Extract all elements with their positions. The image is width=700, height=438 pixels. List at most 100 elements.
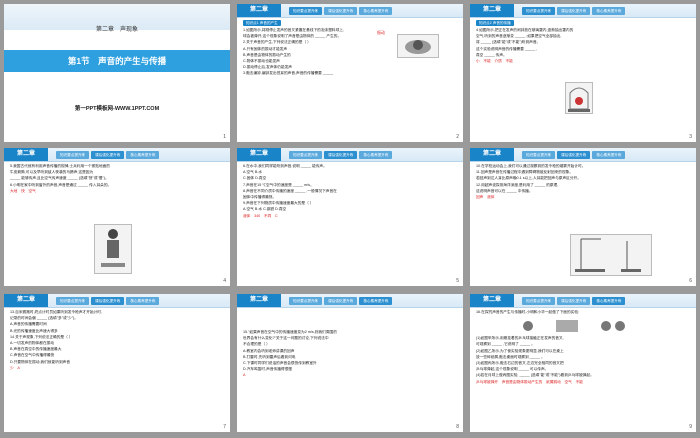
page-number: 8: [456, 424, 459, 430]
answer-text: 不能: [575, 379, 583, 384]
question-line: (1)如图甲所示,用悬挂着的乒乓球接触正在发声的音叉,: [476, 336, 564, 341]
slide-thumbnail-9[interactable]: 第二章 知识要点提升练 课后强化提升练 核心素养提升练 16.在探究声音的产生与…: [470, 294, 696, 432]
question-line: 7.声音在15 ℃空气中的速度是 _____ m/s。: [243, 182, 314, 187]
answer-text: 小: [476, 59, 480, 64]
question-line: 15."如果声音在空气中的传播速度变为2 m/s,则我们周围的: [243, 330, 337, 334]
slide-body: 16.在探究声音的产生与传播时,小明和小华一起做了下面的实验: (1)如图甲所示…: [476, 310, 690, 424]
slide-thumbnail-5[interactable]: 第二章 知识要点提升练 课后强化提升练 核心素养提升练 6.在水中,我们同样能听…: [237, 148, 463, 286]
tab-knowledge[interactable]: 知识要点提升练: [56, 297, 90, 305]
answer-text: 乒乓球被弹开: [476, 379, 499, 384]
tab-knowledge[interactable]: 知识要点提升练: [56, 151, 90, 159]
question-line: C.下课时同学们说话的声音会很快传到教室外: [243, 361, 317, 366]
soldier-figure: [94, 224, 132, 274]
question-line: 13.百米赛跑时,终点计时员如果听到发令枪声才开始计时,: [10, 310, 102, 314]
question-line: 乒乓球弹起,这个现象说明 _____ 可以传声。: [476, 367, 549, 372]
page-number: 3: [689, 134, 692, 140]
slide-body: 6.在水中,我们同样能听到声音,说明 _____ 能传声。 A.空气 B.水 C…: [243, 164, 457, 278]
slide-header: 第二章 知识要点提升练 课后强化提升练 核心素养提升练: [237, 4, 463, 18]
tab-core[interactable]: 核心素养提升练: [592, 297, 626, 305]
tab-after-class[interactable]: 课后强化提升练: [91, 151, 125, 159]
answer-text: 空气: [28, 188, 36, 193]
question-line: 12.用超声波探测海洋深度,是利用了 _____ 的原理,: [476, 182, 559, 187]
question-line: 8.声音在不同介质中传播的速度 _____ ,一般情况下声音在: [243, 188, 337, 193]
answer-text: 液体: [487, 195, 495, 200]
slide-header: 第二章 知识要点提升练 课后强化提升练 核心素养提升练: [470, 148, 696, 162]
question-line: (4)若在月球上做丙图实验, _____ (选填"能"或"不能")看到乒乓球被弹…: [476, 373, 594, 378]
slide-thumbnail-8[interactable]: 第二章 知识要点提升练 课后强化提升练 核心素养提升练 15."如果声音在空气中…: [237, 294, 463, 432]
question-line: 14.关于声现象,下列说法正确的是（ ）: [10, 334, 73, 339]
slide-body: 13.百米赛跑时,终点计时员如果听到发令枪声才开始计时, 记录的时间会偏 ___…: [10, 310, 224, 424]
question-line: _____ 能够传声,且比空气传声速度 _____ (选填"快"或"慢")。: [10, 176, 109, 181]
tab-knowledge[interactable]: 知识要点提升练: [522, 7, 556, 15]
site-watermark: 第一PPT模板网-WWW.1PPT.COM: [74, 106, 160, 112]
tab-knowledge[interactable]: 知识要点提升练: [289, 151, 323, 159]
question-line: 1.如图所示,将刚停止发声的音叉紧靠在悬线下的泡沫塑料球上,: [243, 28, 344, 32]
tab-core[interactable]: 核心素养提升练: [126, 297, 160, 305]
chapter-label: 第二章: [470, 294, 514, 307]
answer-text: 回声: [476, 195, 484, 200]
question-line: A.空气 B.水 C.钢铁 D.真空: [243, 207, 287, 212]
question-line: 固体中传播得最快。: [243, 195, 277, 200]
question-line: 10.在学校运动会上,我们可以通过观察到的发令枪的烟雾开始计时。: [476, 164, 586, 168]
lab-stand-icon: [575, 238, 641, 272]
tab-after-class[interactable]: 课后强化提升练: [557, 7, 591, 15]
slide-thumbnail-7[interactable]: 第二章 知识要点提升练 课后强化提升练 核心素养提升练 13.百米赛跑时,终点计…: [4, 294, 230, 432]
question-line: 可观察到 _____ ,它说明了 _____ 。: [476, 342, 535, 347]
answer-text: 纸屑跳动: [546, 379, 561, 384]
tab-knowledge[interactable]: 知识要点提升练: [289, 7, 323, 15]
slide-body: 知识点2 声音的传播 4.如图所示,把正在发声的闹钟放在玻璃罩内,逐渐抽出罩内的…: [476, 20, 690, 134]
answer-text: 声音是由物体振动产生的: [501, 379, 543, 384]
tab-core[interactable]: 核心素养提升练: [592, 151, 626, 159]
slide-thumbnail-4[interactable]: 第二章 知识要点提升练 课后强化提升练 核心素养提升练 5.我国古代就有利用声音…: [4, 148, 230, 286]
chapter-label: 第二章: [4, 148, 48, 161]
tab-knowledge[interactable]: 知识要点提升练: [522, 297, 556, 305]
question-line: A.一切发声的物体都在振动: [10, 341, 55, 346]
question-line: 不合理的是（ ）: [243, 342, 270, 347]
chapter-label: 第二章: [237, 148, 281, 161]
question-line: 空气,听到的声音逐渐变 _____ ;如果把空气全部抽出,: [476, 34, 562, 39]
question-line: 11.回声是声音在传播过程中遇到障碍物被反射回来的现象。: [476, 170, 574, 175]
page-number: 9: [689, 424, 692, 430]
bell-jar-icon: [568, 87, 590, 112]
question-line: C.物体不振动也能发声: [243, 59, 280, 64]
bell-jar-figure: [565, 82, 593, 114]
tab-after-class[interactable]: 课后强化提升练: [91, 297, 125, 305]
question-line: 若回声到达人耳比原声晚0.1 s以上,人耳能把回声与原声区分开。: [476, 176, 581, 181]
page-number: 1: [223, 134, 226, 140]
tab-core[interactable]: 核心素养提升练: [359, 151, 393, 159]
slide-thumbnail-2[interactable]: 第二章 知识要点提升练 课后强化提升练 核心素养提升练 知识点1 声音的产生 1…: [237, 4, 463, 142]
answer-text: 不同: [263, 213, 272, 218]
slide-thumbnail-1[interactable]: 第二章 声现象 第1节 声音的产生与传播 第一PPT模板网-WWW.1PPT.C…: [4, 4, 230, 142]
tab-after-class[interactable]: 课后强化提升练: [324, 297, 358, 305]
slide-header: 第二章 知识要点提升练 课后强化提升练 核心素养提升练: [237, 294, 463, 308]
slide-header: 第二章 知识要点提升练 课后强化提升练 核心素养提升练: [470, 4, 696, 18]
tab-after-class[interactable]: 课后强化提升练: [557, 151, 591, 159]
tab-knowledge[interactable]: 知识要点提升练: [289, 297, 323, 305]
chapter-label: 第二章: [470, 148, 514, 161]
question-line: 记录的时间会偏 _____ (选填"多"或"少")。: [10, 316, 78, 321]
question-line: A.声音的传播需要时间: [10, 322, 47, 327]
question-line: 牛皮箭筒,可以及早听到敌人夜袭的马蹄声,这是因为: [10, 170, 94, 175]
slide-header: 第二章 知识要点提升练 课后强化提升练 核心素养提升练: [4, 148, 230, 162]
tab-core[interactable]: 核心素养提升练: [126, 151, 160, 159]
answer-text: 空气: [564, 379, 572, 384]
question-line: 6.小明在家中听到窗外的声音,声音是通过 _____ 传入耳朵的。: [10, 182, 112, 187]
page-number: 5: [456, 278, 459, 284]
tab-knowledge[interactable]: 知识要点提升练: [522, 151, 556, 159]
slide-thumbnail-3[interactable]: 第二章 知识要点提升练 课后强化提升练 核心素养提升练 知识点2 声音的传播 4…: [470, 4, 696, 142]
question-line: 6.在水中,我们同样能听到声音,说明 _____ 能传声。: [243, 164, 327, 168]
tab-after-class[interactable]: 课后强化提升练: [324, 151, 358, 159]
stand-figure: [570, 234, 652, 276]
slide-thumbnail-6[interactable]: 第二章 知识要点提升练 课后强化提升练 核心素养提升练 10.在学校运动会上,我…: [470, 148, 696, 286]
question-line: 9.声音在下列物质中传播速度最大的是（ ）: [243, 201, 314, 206]
answer-text: 340: [254, 213, 261, 218]
page-number: 4: [223, 278, 226, 284]
tab-after-class[interactable]: 课后强化提升练: [557, 297, 591, 305]
tab-core[interactable]: 核心素养提升练: [359, 297, 393, 305]
section-label: 知识点2 声音的传播: [476, 20, 514, 26]
answer-text: A: [17, 365, 20, 370]
tab-core[interactable]: 核心素养提升练: [359, 7, 393, 15]
tab-core[interactable]: 核心素养提升练: [592, 7, 626, 15]
tab-after-class[interactable]: 课后强化提升练: [324, 7, 358, 15]
question-line: 这个实验说明声音的传播需要 _____ ,: [476, 46, 538, 51]
